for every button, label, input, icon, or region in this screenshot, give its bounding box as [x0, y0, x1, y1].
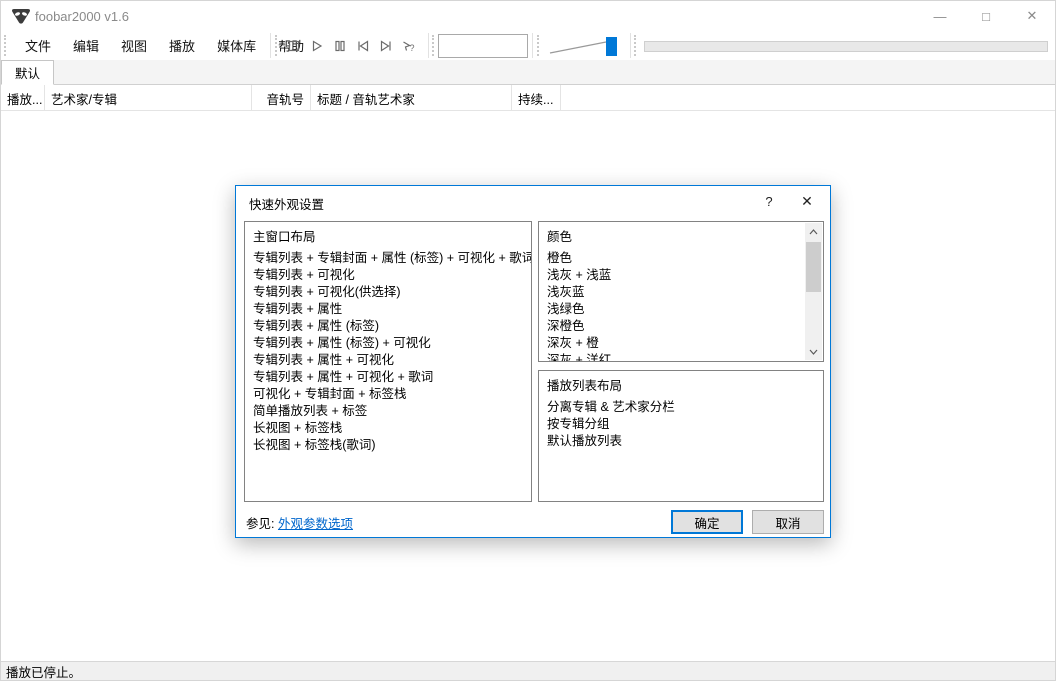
color-option[interactable]: 深灰 + 橙	[547, 335, 799, 352]
column-track-number[interactable]: 音轨号	[252, 85, 311, 111]
transport-grip-handle[interactable]	[275, 35, 278, 56]
menu-grip-handle[interactable]	[4, 35, 7, 56]
layout-option[interactable]: 专辑列表 + 属性 + 可视化 + 歌词	[253, 369, 523, 386]
layout-option[interactable]: 专辑列表 + 属性 + 可视化	[253, 352, 523, 369]
menu-item[interactable]: 播放	[158, 31, 206, 60]
playlist-tab-bar: 默认	[1, 60, 1055, 85]
ok-button[interactable]: 确定	[671, 510, 743, 534]
menu-item[interactable]: 视图	[110, 31, 158, 60]
dialog-title: 快速外观设置	[249, 198, 325, 212]
color-list-items: 橙色 浅灰 + 浅蓝 浅灰蓝 浅绿色 深橙色 深灰 + 橙深灰 + 洋红	[547, 250, 799, 361]
svg-text:?: ?	[410, 43, 415, 53]
window-controls: — □ ✕	[917, 1, 1055, 31]
toolbar-separator	[630, 33, 631, 58]
mainseek-grip-handle[interactable]	[634, 35, 637, 56]
playlist-list-header: 播放列表布局	[547, 379, 623, 393]
previous-button[interactable]	[351, 34, 374, 58]
color-list-scrollbar[interactable]	[805, 223, 822, 360]
random-button[interactable]: ?	[397, 34, 420, 58]
quick-appearance-dialog: 快速外观设置 ? ✕ 主窗口布局 专辑列表 + 专辑封面 + 属性 (标签) +…	[235, 185, 831, 538]
layout-option[interactable]: 专辑列表 + 属性 (标签) + 可视化	[253, 335, 523, 352]
column-playing[interactable]: 播放...	[1, 85, 45, 111]
see-also-label: 参见:	[246, 517, 275, 531]
scroll-down-icon[interactable]	[805, 343, 822, 360]
dialog-title-bar[interactable]: 快速外观设置 ? ✕	[236, 186, 830, 216]
layout-option[interactable]: 可视化 + 专辑封面 + 标签栈	[253, 386, 523, 403]
playlist-layout-option[interactable]: 分离专辑 & 艺术家分栏	[547, 399, 815, 416]
color-option[interactable]: 橙色	[547, 250, 799, 267]
foobar2000-logo-icon	[12, 9, 30, 24]
scroll-up-icon[interactable]	[805, 223, 822, 240]
color-scheme-listbox[interactable]: 颜色 橙色 浅灰 + 浅蓝 浅灰蓝 浅绿色 深橙色 深灰 + 橙深灰 + 洋红	[538, 221, 824, 362]
next-button[interactable]	[374, 34, 397, 58]
maximize-button[interactable]: □	[963, 1, 1009, 31]
tab-default-playlist[interactable]: 默认	[1, 60, 55, 85]
column-artist-album[interactable]: 艺术家/专辑	[45, 85, 252, 111]
app-window: foobar2000 v1.6 — □ ✕ 文件编辑视图播放媒体库帮助	[0, 0, 1056, 681]
layout-option[interactable]: 专辑列表 + 可视化	[253, 267, 523, 284]
stop-button[interactable]	[282, 34, 305, 58]
color-option[interactable]: 浅绿色	[547, 301, 799, 318]
seekbar-grip-handle[interactable]	[432, 35, 435, 56]
toolbar-separator	[270, 33, 271, 58]
pause-button[interactable]	[328, 34, 351, 58]
dialog-close-button[interactable]: ✕	[790, 186, 824, 216]
column-filler	[561, 85, 1055, 111]
layout-option[interactable]: 专辑列表 + 可视化(供选择)	[253, 284, 523, 301]
layout-option[interactable]: 简单播放列表 + 标签	[253, 403, 523, 420]
color-list-header: 颜色	[547, 230, 573, 244]
column-duration[interactable]: 持续...	[512, 85, 561, 111]
layout-option[interactable]: 专辑列表 + 属性	[253, 301, 523, 318]
layout-option[interactable]: 专辑列表 + 属性 (标签)	[253, 318, 523, 335]
menu-item[interactable]: 媒体库	[206, 31, 267, 60]
cancel-button[interactable]: 取消	[752, 510, 824, 534]
color-option[interactable]: 深灰 + 洋红	[547, 352, 799, 361]
playlist-layout-option[interactable]: 默认播放列表	[547, 433, 815, 450]
playlist-list-items: 分离专辑 & 艺术家分栏 按专辑分组 默认播放列表	[547, 399, 815, 450]
minimize-button[interactable]: —	[917, 1, 963, 31]
playlist-layout-option[interactable]: 按专辑分组	[547, 416, 815, 433]
toolbar-row: 文件 编辑 视图 播放 媒体库 帮助 ?	[1, 31, 1055, 60]
status-text: 播放已停止。	[6, 665, 82, 680]
volume-grip-handle[interactable]	[537, 35, 540, 56]
playlist-column-header: 播放... 艺术家/专辑 音轨号 标题 / 音轨艺术家 持续...	[1, 85, 1055, 111]
main-seekbar[interactable]	[644, 41, 1048, 52]
dialog-help-button[interactable]: ?	[752, 186, 786, 216]
volume-slider[interactable]	[544, 33, 622, 59]
play-button[interactable]	[305, 34, 328, 58]
appearance-preferences-link[interactable]: 外观参数选项	[278, 517, 353, 531]
layout-list-items: 专辑列表 + 专辑封面 + 属性 (标签) + 可视化 + 歌词 专辑列表 + 可…	[253, 250, 531, 454]
see-also-row: 参见: 外观参数选项	[246, 513, 353, 532]
color-option[interactable]: 浅灰 + 浅蓝	[547, 267, 799, 284]
transport-controls: ?	[282, 31, 420, 60]
menu-item[interactable]: 编辑	[62, 31, 110, 60]
playlist-layout-listbox[interactable]: 播放列表布局 分离专辑 & 艺术家分栏 按专辑分组 默认播放列表	[538, 370, 824, 502]
main-layout-listbox[interactable]: 主窗口布局 专辑列表 + 专辑封面 + 属性 (标签) + 可视化 + 歌词 专辑…	[244, 221, 532, 502]
seekbar[interactable]	[438, 34, 528, 58]
volume-slider-handle	[606, 37, 617, 56]
toolbar-separator	[428, 33, 429, 58]
layout-option[interactable]: 长视图 + 标签栈	[253, 420, 523, 437]
color-option[interactable]: 深橙色	[547, 318, 799, 335]
close-button[interactable]: ✕	[1009, 1, 1055, 31]
menu-item[interactable]: 文件	[14, 31, 62, 60]
title-bar: foobar2000 v1.6 — □ ✕	[1, 1, 1055, 31]
window-title: foobar2000 v1.6	[35, 9, 129, 24]
column-title-track-artist[interactable]: 标题 / 音轨艺术家	[311, 85, 512, 111]
color-option[interactable]: 浅灰蓝	[547, 284, 799, 301]
layout-option[interactable]: 专辑列表 + 专辑封面 + 属性 (标签) + 可视化 + 歌词	[253, 250, 531, 267]
layout-option[interactable]: 长视图 + 标签栈(歌词)	[253, 437, 523, 454]
status-bar: 播放已停止。	[1, 661, 1055, 680]
toolbar-separator	[532, 33, 533, 58]
layout-list-header: 主窗口布局	[253, 230, 316, 244]
scrollbar-thumb[interactable]	[806, 242, 821, 292]
